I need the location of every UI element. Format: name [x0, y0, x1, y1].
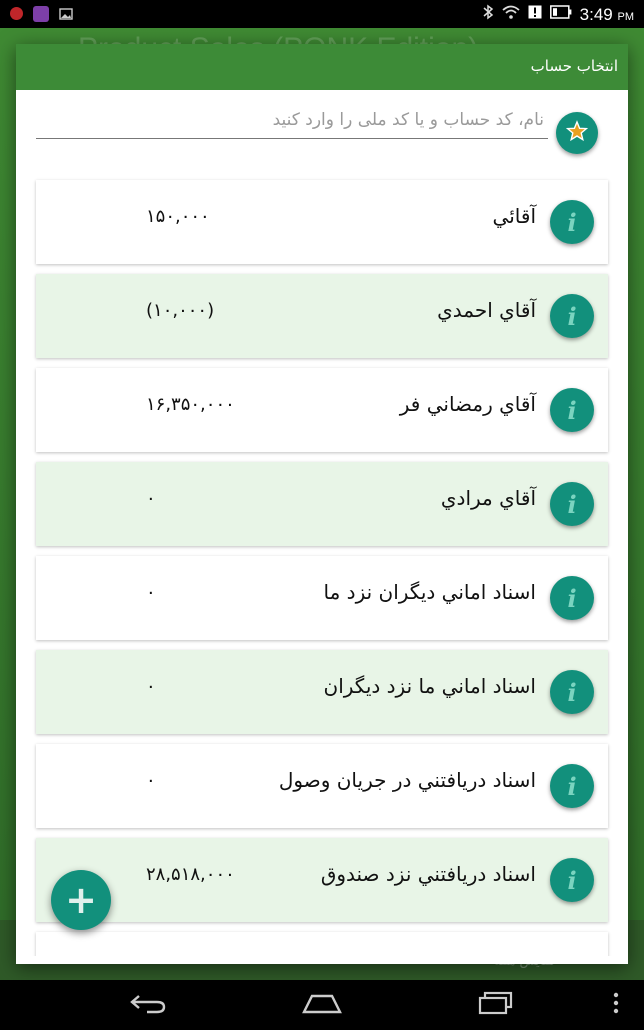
info-icon: i — [567, 301, 577, 331]
dialog-body: آقائي ۱۵۰,۰۰۰ i آقاي احمدي (۱۰,۰۰۰) i آق… — [26, 90, 618, 956]
account-row[interactable]: آقائي ۱۵۰,۰۰۰ i — [36, 180, 608, 264]
info-button[interactable]: i — [550, 576, 594, 620]
info-button[interactable]: i — [550, 764, 594, 808]
purple-app-icon — [33, 6, 49, 22]
account-name: آقاي احمدي — [437, 298, 536, 322]
account-balance: ۲۸,۵۱۸,۰۰۰ — [146, 864, 235, 885]
image-icon — [59, 6, 73, 25]
account-row[interactable]: آقاي رمضاني فر ۱۶,۳۵۰,۰۰۰ i — [36, 368, 608, 452]
info-button[interactable]: i — [550, 482, 594, 526]
navigation-bar — [0, 980, 644, 1030]
account-row[interactable]: اسناد دريافتني در جريان وصول ۰ i — [36, 744, 608, 828]
recents-button[interactable] — [476, 990, 516, 1020]
info-icon: i — [567, 489, 577, 519]
alert-icon — [528, 5, 542, 24]
home-button[interactable] — [302, 990, 342, 1020]
search-input[interactable] — [36, 102, 548, 139]
back-icon — [129, 992, 167, 1018]
info-icon: i — [567, 771, 577, 801]
account-name: اسناد دريافتني نزد صندوق — [320, 862, 536, 886]
favorites-button[interactable] — [556, 112, 598, 154]
account-row-partial[interactable] — [36, 932, 608, 956]
home-icon — [302, 992, 342, 1018]
account-balance: (۱۰,۰۰۰) — [146, 300, 215, 321]
status-bar: 3:49 PM — [0, 0, 644, 28]
account-balance: ۱۶,۳۵۰,۰۰۰ — [146, 394, 235, 415]
battery-icon — [549, 5, 572, 24]
dialog-header: انتخاب حساب — [16, 44, 628, 90]
info-button[interactable]: i — [550, 858, 594, 902]
more-vertical-icon — [613, 992, 619, 1018]
account-row[interactable]: اسناد اماني ما نزد ديگران ۰ i — [36, 650, 608, 734]
account-balance: ۰ — [146, 770, 156, 791]
info-button[interactable]: i — [550, 294, 594, 338]
info-icon: i — [567, 207, 577, 237]
clock: 3:49 PM — [579, 4, 634, 24]
account-row[interactable]: اسناد دريافتني نزد صندوق ۲۸,۵۱۸,۰۰۰ i — [36, 838, 608, 922]
recents-icon — [477, 991, 515, 1019]
app-notification-icon — [10, 7, 23, 20]
menu-button[interactable] — [596, 990, 636, 1020]
account-balance: ۰ — [146, 582, 156, 603]
account-balance: ۱۵۰,۰۰۰ — [146, 206, 210, 227]
bluetooth-icon — [482, 4, 494, 25]
info-icon: i — [567, 677, 577, 707]
account-name: آقاي مرادي — [440, 486, 536, 510]
account-name: اسناد اماني ما نزد ديگران — [323, 674, 537, 698]
back-button[interactable] — [128, 990, 168, 1020]
add-account-button[interactable]: + — [51, 870, 111, 930]
account-name: اسناد اماني ديگران نزد ما — [323, 580, 537, 604]
dialog-title: انتخاب حساب — [530, 57, 618, 75]
info-icon: i — [567, 395, 577, 425]
info-icon: i — [567, 583, 577, 613]
star-icon — [565, 120, 589, 146]
account-list[interactable]: آقائي ۱۵۰,۰۰۰ i آقاي احمدي (۱۰,۰۰۰) i آق… — [36, 180, 608, 956]
info-button[interactable]: i — [550, 670, 594, 714]
account-balance: ۰ — [146, 676, 156, 697]
wifi-icon — [502, 5, 520, 24]
account-name: آقاي رمضاني فر — [399, 392, 536, 416]
account-balance: ۰ — [146, 488, 156, 509]
account-row[interactable]: آقاي احمدي (۱۰,۰۰۰) i — [36, 274, 608, 358]
account-name: اسناد دريافتني در جريان وصول — [278, 768, 536, 792]
account-row[interactable]: آقاي مرادي ۰ i — [36, 462, 608, 546]
account-name: آقائي — [492, 204, 536, 228]
search-row — [26, 90, 618, 154]
info-button[interactable]: i — [550, 388, 594, 432]
info-icon: i — [567, 865, 577, 895]
plus-icon: + — [65, 878, 97, 922]
account-row[interactable]: اسناد اماني ديگران نزد ما ۰ i — [36, 556, 608, 640]
select-account-dialog: انتخاب حساب آقائي ۱۵۰,۰۰۰ i آقاي احمدي (… — [16, 44, 628, 964]
info-button[interactable]: i — [550, 200, 594, 244]
